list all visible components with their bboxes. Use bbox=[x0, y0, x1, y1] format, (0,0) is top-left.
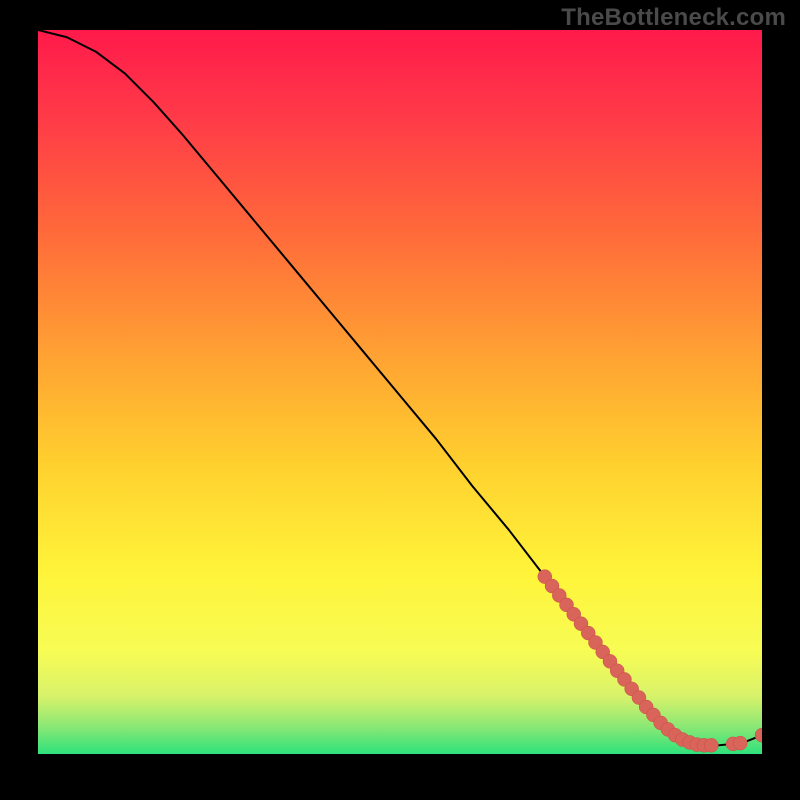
chart-plot-area bbox=[38, 30, 762, 754]
watermark-label: TheBottleneck.com bbox=[561, 4, 786, 32]
data-point bbox=[704, 738, 718, 752]
chart-stage: TheBottleneck.com bbox=[0, 0, 800, 800]
chart-svg bbox=[38, 30, 762, 754]
gradient-background bbox=[38, 30, 762, 754]
data-point bbox=[733, 736, 747, 750]
